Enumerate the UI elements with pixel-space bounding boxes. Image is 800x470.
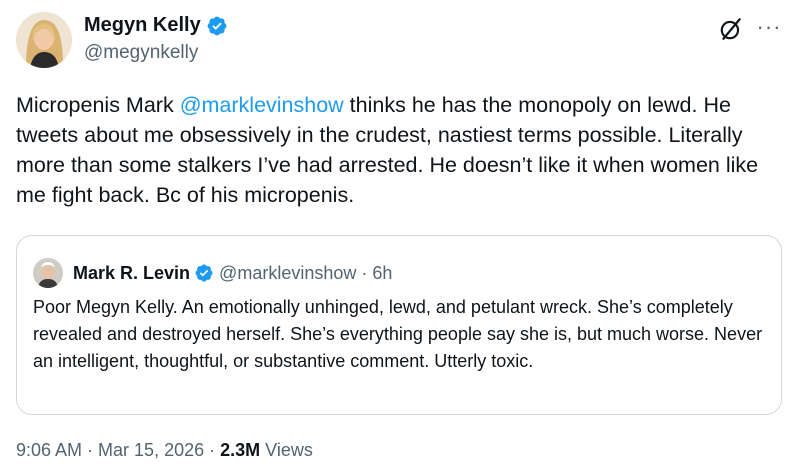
- quoted-author-avatar[interactable]: [33, 258, 63, 288]
- meta-separator: ·: [204, 440, 221, 460]
- verified-badge-icon: [195, 264, 213, 282]
- mention-link[interactable]: @marklevinshow: [180, 93, 344, 117]
- tweet-time[interactable]: 9:06 AM: [16, 440, 82, 460]
- author-avatar[interactable]: [16, 12, 72, 68]
- tweet-date[interactable]: Mar 15, 2026: [98, 440, 204, 460]
- quoted-handle-time[interactable]: @marklevinshow · 6h: [219, 263, 392, 284]
- author-display-name[interactable]: Megyn Kelly: [84, 14, 201, 37]
- quoted-tweet-card[interactable]: Mark R. Levin @marklevinshow · 6h Poor M…: [16, 235, 782, 415]
- more-options-icon[interactable]: ···: [754, 14, 784, 40]
- author-handle[interactable]: @megynkelly: [84, 42, 198, 64]
- views-count[interactable]: 2.3M: [220, 440, 260, 460]
- tweet: Megyn Kelly @megynkelly ··· Micropenis M…: [0, 0, 800, 470]
- author-name-row: Megyn Kelly: [84, 14, 228, 37]
- tweet-text: Micropenis Mark @marklevinshow thinks he…: [16, 90, 786, 210]
- verified-badge-icon: [207, 16, 227, 35]
- grok-icon[interactable]: [718, 16, 744, 42]
- quoted-header: Mark R. Levin @marklevinshow · 6h: [73, 258, 392, 288]
- tweet-meta: 9:06 AM · Mar 15, 2026 · 2.3M Views: [16, 440, 313, 461]
- views-label: Views: [260, 440, 313, 460]
- quoted-tweet-text: Poor Megyn Kelly. An emotionally unhinge…: [33, 297, 763, 371]
- tweet-text-start: Micropenis Mark: [16, 93, 180, 117]
- quoted-display-name[interactable]: Mark R. Levin: [73, 263, 190, 284]
- meta-separator: ·: [82, 440, 99, 460]
